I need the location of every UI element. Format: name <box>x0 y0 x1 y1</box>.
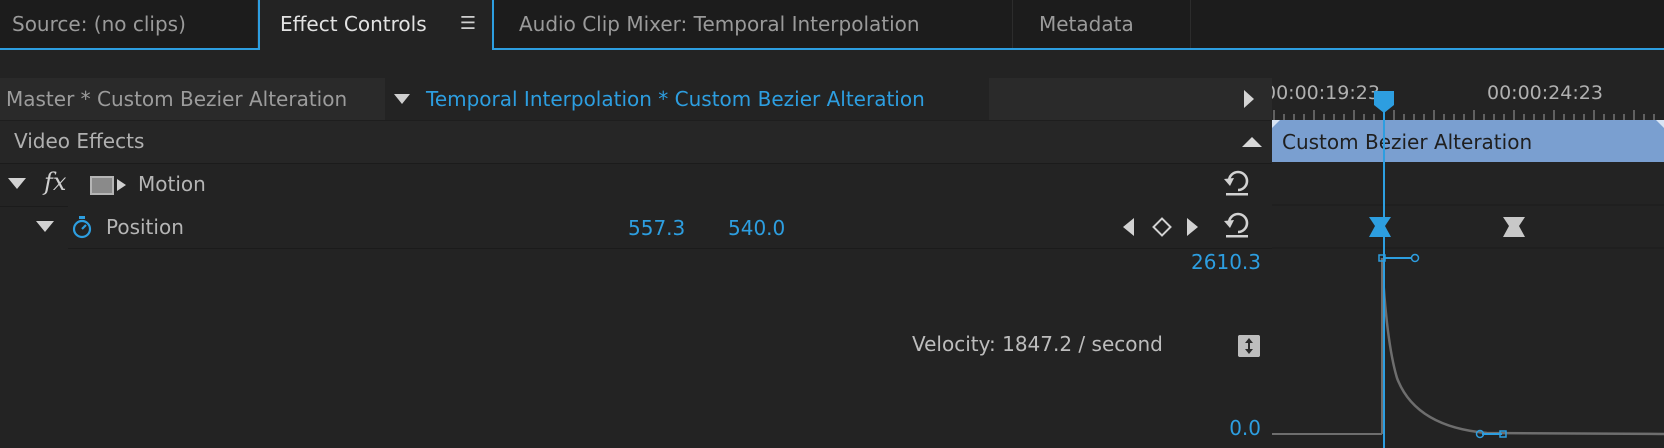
keyframe-1[interactable] <box>1369 217 1391 237</box>
video-effects-header-row <box>0 120 1272 163</box>
master-clip-header[interactable]: Master * Custom Bezier Alteration <box>0 78 385 120</box>
tab-audio-clip-mixer[interactable]: Audio Clip Mixer: Temporal Interpolation <box>507 0 1013 48</box>
show-timeline-toggle-icon[interactable] <box>1244 90 1254 108</box>
timeline-panel: 00:00:19:23 00:00:24:23 Custom Bezier Al… <box>1272 78 1664 448</box>
tab-source[interactable]: Source: (no clips) <box>0 0 258 48</box>
motion-reset-icon[interactable] <box>1222 168 1252 198</box>
fit-graph-icon[interactable] <box>1238 335 1260 357</box>
motion-label: Motion <box>138 172 206 196</box>
position-y-value[interactable]: 540.0 <box>728 206 785 248</box>
fx-toggle-icon[interactable]: fx <box>44 168 66 196</box>
keyframe-2[interactable] <box>1503 217 1525 237</box>
timecode-mid: 00:00:24:23 <box>1487 82 1603 104</box>
position-expand-icon[interactable] <box>36 221 54 232</box>
previous-keyframe-icon[interactable] <box>1123 218 1134 236</box>
timeline-motion-row <box>1272 163 1664 205</box>
collapse-up-icon[interactable] <box>1242 137 1262 147</box>
position-label: Position <box>106 215 184 239</box>
tab-metadata-label: Metadata <box>1039 12 1134 36</box>
graph-min-value: 0.0 <box>1229 416 1261 440</box>
video-effects-label: Video Effects <box>14 129 145 153</box>
panel-tab-bar: Source: (no clips) Effect Controls ☰ Aud… <box>0 0 1664 50</box>
position-x-value[interactable]: 557.3 <box>628 206 685 248</box>
sequence-clip-header[interactable]: Temporal Interpolation * Custom Bezier A… <box>426 78 989 120</box>
tab-audio-clip-mixer-label: Audio Clip Mixer: Temporal Interpolation <box>519 12 920 36</box>
stopwatch-icon[interactable] <box>70 214 94 240</box>
timeline-svg: 00:00:19:23 00:00:24:23 Custom Bezier Al… <box>1272 78 1664 448</box>
graph-max-value: 2610.3 <box>1191 250 1261 274</box>
tab-effect-controls[interactable]: Effect Controls ☰ <box>258 0 494 50</box>
transform-box-icon[interactable] <box>90 176 114 195</box>
tab-source-label: Source: (no clips) <box>12 12 186 36</box>
header-filler <box>989 78 1274 120</box>
clip-name: Custom Bezier Alteration <box>1282 130 1532 154</box>
panel-menu-icon[interactable]: ☰ <box>460 0 476 48</box>
next-keyframe-icon[interactable] <box>1187 218 1198 236</box>
tab-effect-controls-label: Effect Controls <box>280 12 427 36</box>
sequence-dropdown-icon[interactable] <box>394 94 410 104</box>
position-reset-icon[interactable] <box>1222 210 1252 240</box>
velocity-readout: Velocity: 1847.2 / second <box>912 332 1163 356</box>
tab-metadata[interactable]: Metadata <box>1027 0 1191 48</box>
velocity-graph[interactable] <box>1272 253 1664 439</box>
motion-expand-icon[interactable] <box>8 178 26 189</box>
transform-cursor-icon <box>117 179 126 191</box>
timecode-start: 00:00:19:23 <box>1272 82 1380 104</box>
